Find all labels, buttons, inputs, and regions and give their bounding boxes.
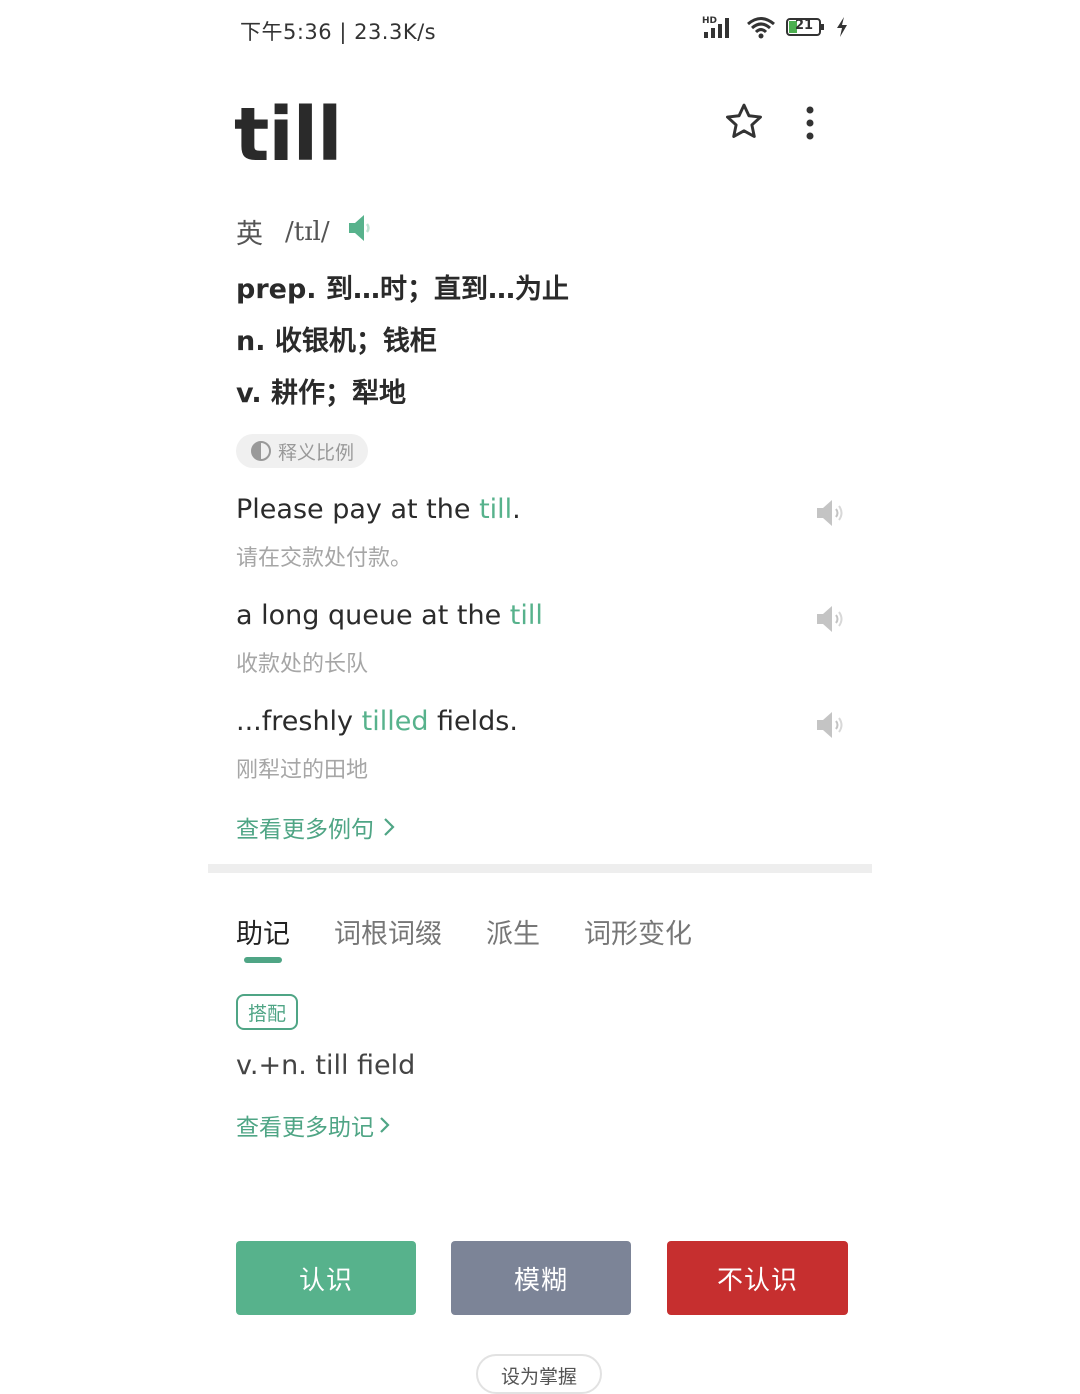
phonetic-row: 英 /tɪl/ — [236, 212, 372, 251]
more-mnemonics-link[interactable]: 查看更多助记 — [236, 1108, 390, 1142]
more-examples-label: 查看更多例句 — [236, 817, 374, 843]
phonetic: /tɪl/ — [285, 216, 330, 247]
tab-roots-affixes[interactable]: 词根词缀 — [334, 912, 442, 965]
chevron-right-icon — [380, 1117, 390, 1133]
active-tab-indicator — [244, 957, 282, 963]
unknown-button[interactable]: 不认识 — [667, 1241, 848, 1315]
chevron-right-icon — [384, 818, 395, 836]
tab-word-forms[interactable]: 词形变化 — [584, 912, 692, 965]
definitions: prep. 到…时；直到…为止 n. 收银机；钱柜 v. 耕作；犁地 — [236, 272, 569, 428]
headword: till — [234, 92, 342, 178]
pronounce-button[interactable] — [346, 212, 372, 251]
more-mnemonics-label: 查看更多助记 — [236, 1115, 374, 1141]
set-mastered-button[interactable]: 设为掌握 — [476, 1354, 602, 1394]
definition-noun: n. 收银机；钱柜 — [236, 326, 437, 357]
example-sentence: ...freshly tilled fields. — [236, 706, 518, 737]
status-icons: HD 21 — [702, 14, 848, 40]
speaker-icon — [817, 606, 843, 632]
fuzzy-button[interactable]: 模糊 — [451, 1241, 631, 1315]
tab-mnemonic[interactable]: 助记 — [236, 912, 290, 965]
more-vertical-icon — [806, 106, 814, 140]
collocation-phrase: v.+n. till field — [236, 1050, 416, 1081]
more-examples-link[interactable]: 查看更多例句 — [236, 810, 396, 844]
wifi-icon — [746, 15, 776, 39]
speaker-icon — [348, 215, 370, 241]
example-sentence: Please pay at the till. — [236, 494, 521, 525]
more-button[interactable] — [796, 102, 824, 146]
speaker-icon — [817, 500, 843, 526]
definition-prep: prep. 到…时；直到…为止 — [236, 274, 569, 305]
ratio-chip-label: 释义比例 — [278, 441, 355, 464]
network-label: HD — [702, 16, 717, 26]
section-divider — [208, 864, 872, 873]
example-translation: 收款处的长队 — [236, 652, 369, 677]
example-translation: 刚犁过的田地 — [236, 758, 369, 783]
half-circle-icon — [251, 441, 271, 461]
signal-icon: HD — [702, 14, 736, 40]
charging-icon — [836, 16, 848, 38]
definition-verb: v. 耕作；犁地 — [236, 378, 407, 409]
accent-label: 英 — [236, 219, 263, 250]
example-speaker-button[interactable] — [814, 497, 846, 529]
star-icon — [726, 103, 762, 138]
know-button[interactable]: 认识 — [236, 1241, 416, 1315]
battery-icon: 21 — [786, 17, 826, 37]
definition-ratio-chip[interactable]: 释义比例 — [236, 434, 369, 468]
status-time-speed: 下午5:36 | 23.3K/s — [240, 20, 437, 44]
tab-bar: 助记 词根词缀 派生 词形变化 — [236, 912, 692, 965]
tab-derivatives[interactable]: 派生 — [486, 912, 540, 965]
example-translation: 请在交款处付款。 — [236, 546, 413, 571]
speaker-icon — [817, 712, 843, 738]
example-speaker-button[interactable] — [814, 709, 846, 741]
battery-level: 21 — [795, 18, 814, 33]
example-speaker-button[interactable] — [814, 603, 846, 635]
example-sentence: a long queue at the till — [236, 600, 543, 631]
collocation-tag: 搭配 — [236, 994, 299, 1030]
favorite-button[interactable] — [722, 100, 766, 144]
